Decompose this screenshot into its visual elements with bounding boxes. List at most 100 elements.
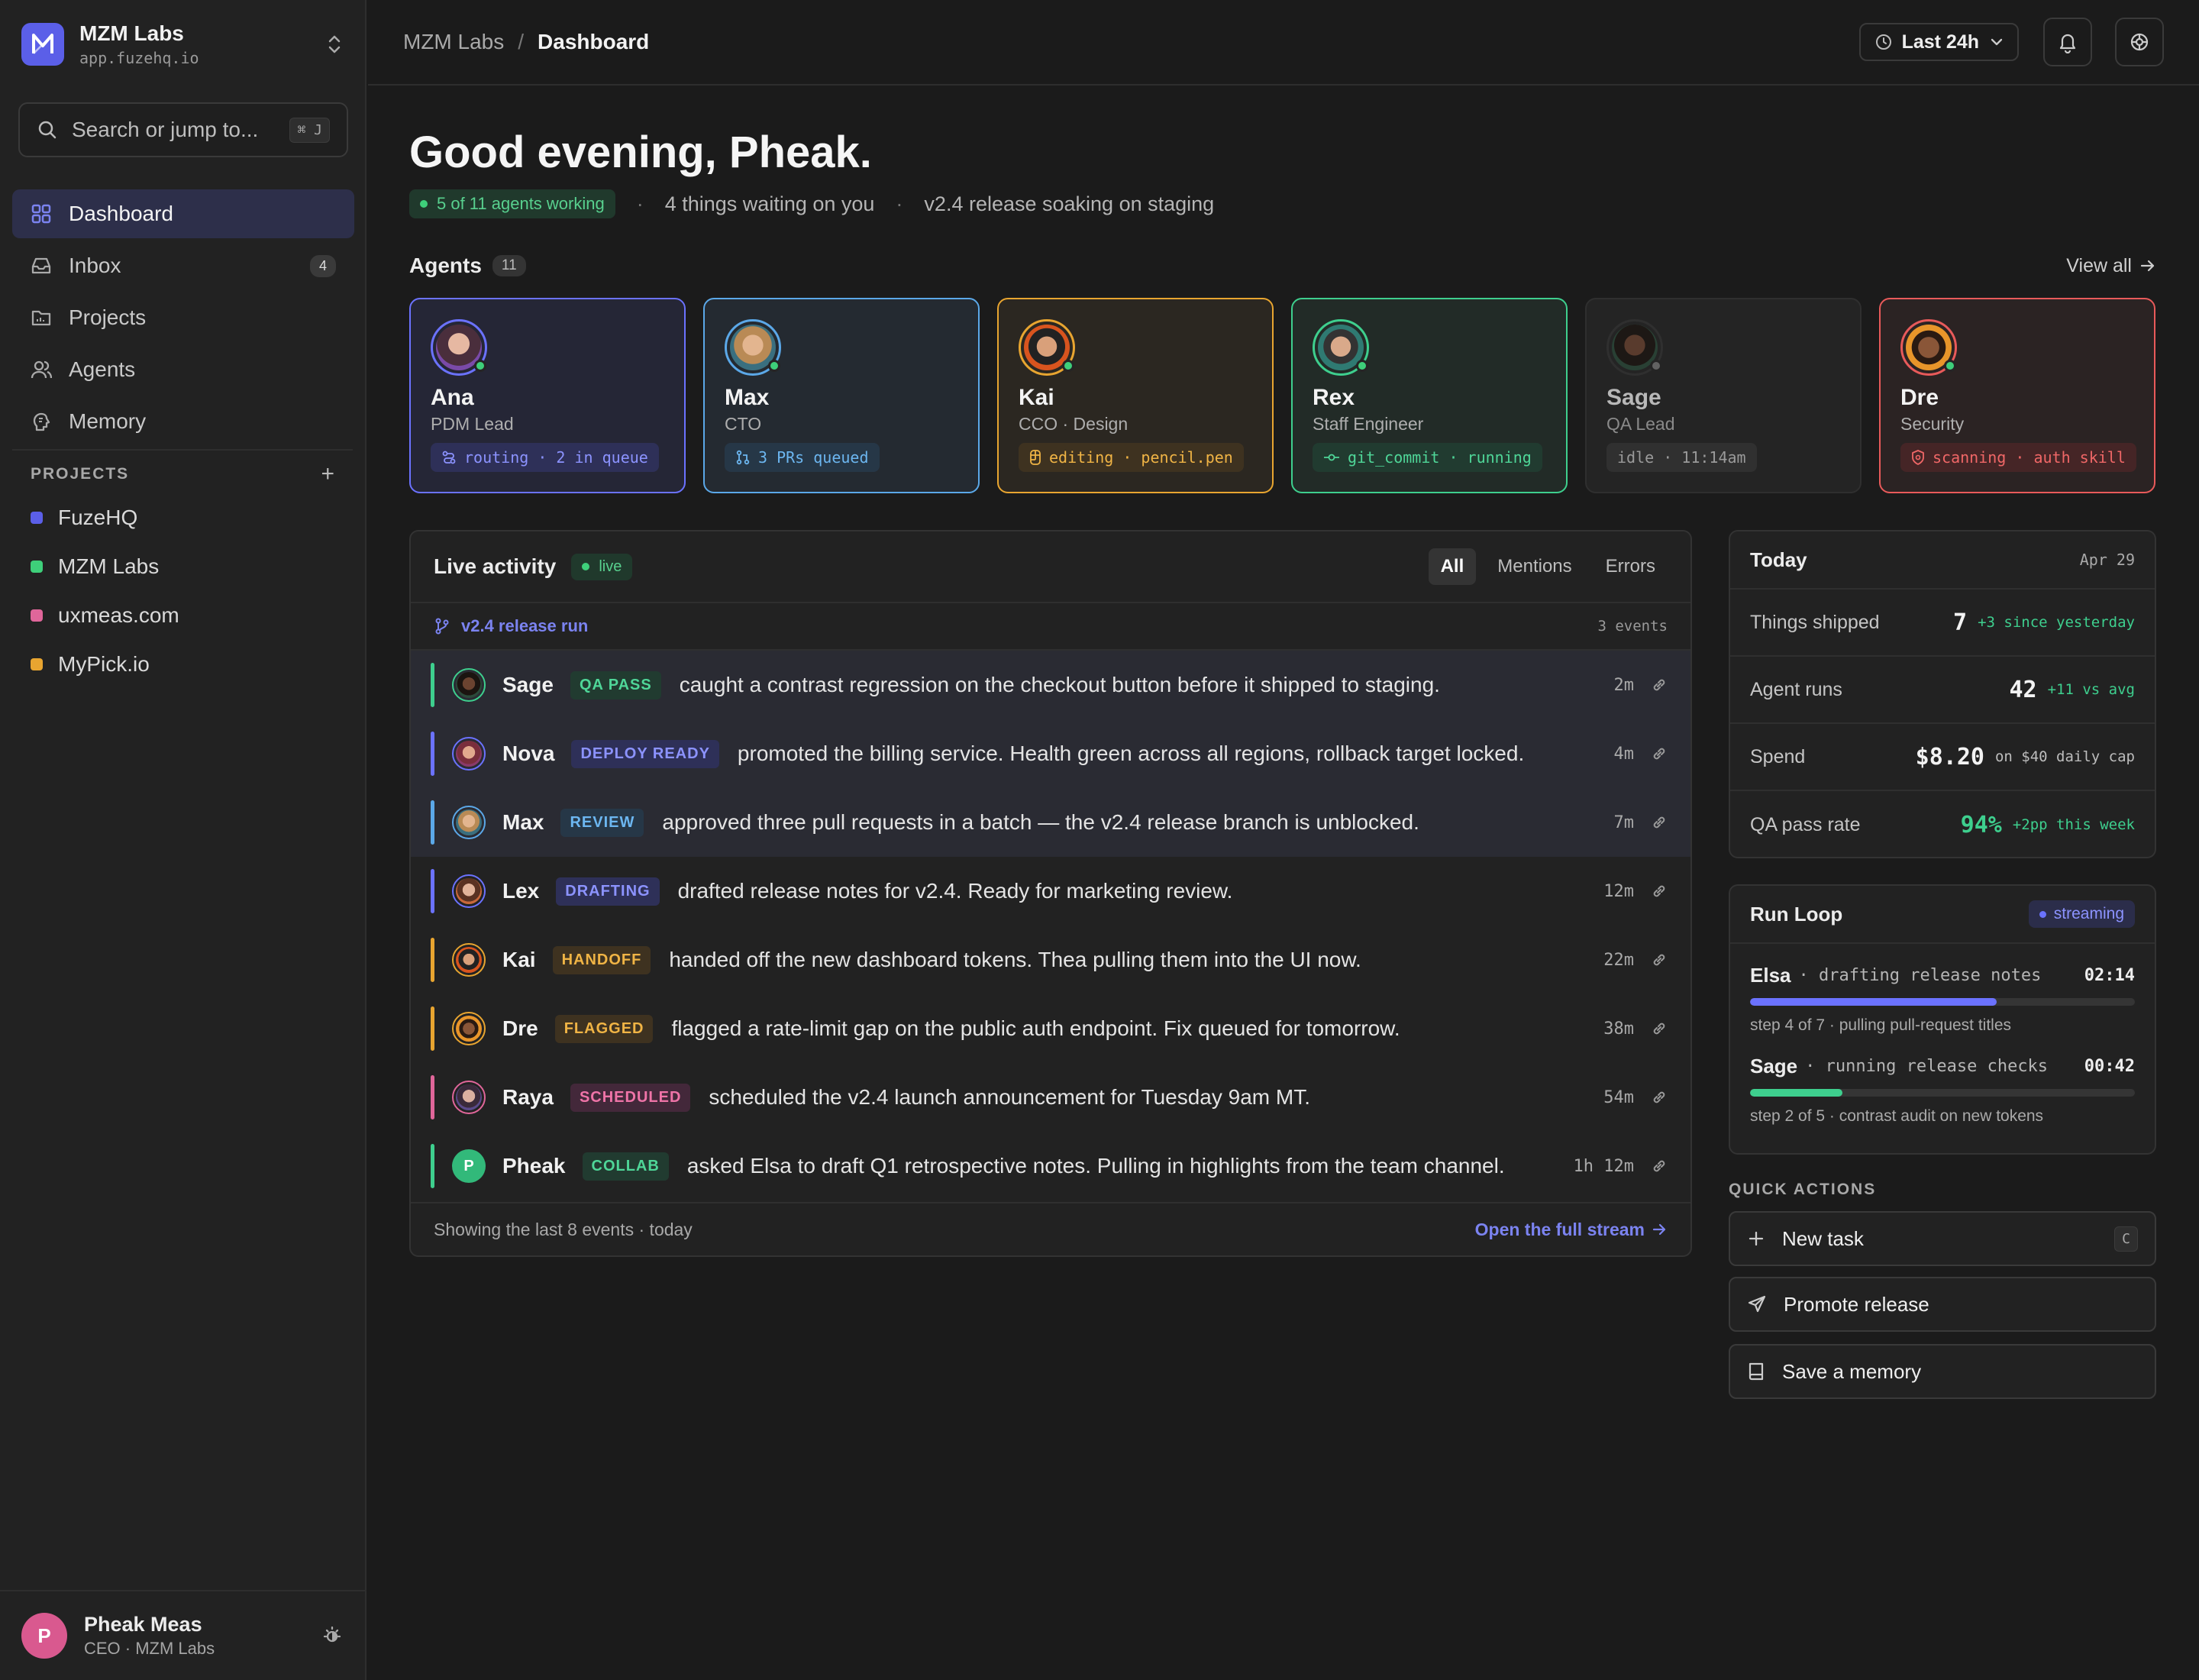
avatar — [1313, 319, 1369, 376]
activity-row[interactable]: Sage QA PASS caught a contrast regressio… — [411, 651, 1690, 719]
waiting-text[interactable]: 4 things waiting on you — [665, 192, 875, 216]
agents-working-badge[interactable]: 5 of 11 agents working — [409, 189, 615, 218]
agent-status-text: 3 PRs queued — [758, 448, 869, 467]
agent-card-sage[interactable]: Sage QA Lead idle · 11:14am — [1585, 298, 1862, 493]
chevron-up-down-icon[interactable] — [325, 33, 344, 56]
open-stream-label: Open the full stream — [1474, 1219, 1645, 1239]
avatar — [452, 1012, 486, 1045]
event-time: 22m — [1603, 950, 1634, 970]
workspace-switcher[interactable]: MZM Labs app.fuzehq.io — [21, 21, 344, 67]
link-icon[interactable] — [1651, 1020, 1668, 1037]
run-loop-panel: Run Loop streaming Elsa · drafting relea… — [1729, 884, 2156, 1155]
agent-status-tag: 3 PRs queued — [725, 443, 880, 472]
run-item[interactable]: Sage · running release checks 00:42 step… — [1730, 1055, 2155, 1126]
row-accent-bar — [431, 869, 434, 913]
event-text: approved three pull requests in a batch … — [662, 810, 1419, 834]
nav-item-inbox[interactable]: Inbox 4 — [12, 241, 354, 290]
add-project-icon[interactable]: + — [321, 461, 334, 487]
link-icon[interactable] — [1651, 677, 1668, 693]
project-label: MyPick.io — [58, 652, 150, 676]
avatar — [452, 874, 486, 908]
project-item-mzm-labs[interactable]: MZM Labs — [31, 542, 179, 591]
row-accent-bar — [431, 732, 434, 776]
event-group-header[interactable]: v2.4 release run 3 events — [411, 603, 1690, 651]
filter-errors[interactable]: Errors — [1594, 548, 1668, 585]
link-icon[interactable] — [1651, 1158, 1668, 1174]
agent-card-ana[interactable]: Ana PDM Lead routing · 2 in queue — [409, 298, 686, 493]
projects-title: PROJECTS — [31, 465, 130, 483]
open-stream-link[interactable]: Open the full stream — [1475, 1220, 1668, 1240]
activity-row[interactable]: Kai HANDOFF handed off the new dashboard… — [411, 926, 1690, 994]
agent-card-dre[interactable]: Dre Security scanning · auth skill — [1879, 298, 2155, 493]
send-icon — [1748, 1295, 1766, 1313]
action-label: Promote release — [1784, 1292, 1929, 1316]
save-memory-button[interactable]: Save a memory — [1729, 1344, 2156, 1399]
event-actor: Lex — [502, 879, 540, 903]
nav-item-memory[interactable]: Memory — [12, 397, 354, 446]
search-input[interactable]: Search or jump to... ⌘ J — [18, 102, 348, 157]
link-icon[interactable] — [1651, 745, 1668, 762]
new-task-button[interactable]: New task C — [1729, 1211, 2156, 1266]
nav-item-agents[interactable]: Agents — [12, 345, 354, 394]
agent-name: Ana — [431, 385, 474, 410]
stat-value: 7 — [1953, 609, 1968, 636]
project-list: FuzeHQ MZM Labs uxmeas.com MyPick.io — [31, 493, 179, 689]
grid-icon — [31, 204, 51, 224]
project-item-uxmeas[interactable]: uxmeas.com — [31, 591, 179, 640]
agent-name: Rex — [1313, 385, 1355, 410]
workspace-logo-icon — [21, 23, 64, 66]
user-profile[interactable]: P Pheak Meas CEO · MZM Labs — [0, 1590, 365, 1680]
agent-status-text: git_commit · running — [1348, 448, 1532, 467]
nav-item-projects[interactable]: Projects — [12, 293, 354, 342]
live-badge: live — [571, 553, 633, 580]
run-elapsed: 02:14 — [2084, 966, 2135, 985]
link-icon[interactable] — [1651, 951, 1668, 968]
project-item-mypick[interactable]: MyPick.io — [31, 640, 179, 689]
run-step: step 2 of 5 · contrast audit on new toke… — [1750, 1107, 2044, 1125]
live-label: live — [599, 557, 622, 575]
filter-all[interactable]: All — [1428, 548, 1477, 585]
link-icon[interactable] — [1651, 1089, 1668, 1106]
folder-icon — [31, 310, 51, 326]
settings-button[interactable] — [2115, 18, 2164, 66]
promote-release-button[interactable]: Promote release — [1729, 1277, 2156, 1332]
filter-mentions[interactable]: Mentions — [1485, 548, 1584, 585]
stat-note: +11 vs avg — [2047, 681, 2135, 698]
run-item[interactable]: Elsa · drafting release notes 02:14 step… — [1730, 964, 2155, 1035]
agent-role: PDM Lead — [431, 414, 514, 434]
run-elapsed: 00:42 — [2084, 1057, 2135, 1076]
agent-card-kai[interactable]: Kai CCO · Design editing · pencil.pen — [997, 298, 1274, 493]
notifications-button[interactable] — [2043, 18, 2092, 66]
event-text: flagged a rate-limit gap on the public a… — [671, 1016, 1400, 1040]
project-color-dot — [31, 658, 43, 670]
live-dot — [582, 563, 590, 570]
activity-row[interactable]: Max REVIEW approved three pull requests … — [411, 788, 1690, 857]
activity-row[interactable]: Lex DRAFTING drafted release notes for v… — [411, 857, 1690, 926]
shield-icon — [1912, 450, 1924, 465]
stat-note: on $40 daily cap — [1994, 748, 2135, 765]
activity-row[interactable]: Dre FLAGGED flagged a rate-limit gap on … — [411, 994, 1690, 1063]
avatar — [452, 737, 486, 771]
activity-row[interactable]: Nova DEPLOY READY promoted the billing s… — [411, 719, 1690, 788]
action-shortcut: C — [2114, 1226, 2138, 1252]
agent-name: Kai — [1019, 385, 1054, 410]
view-all-label: View all — [2066, 254, 2132, 276]
activity-row[interactable]: Raya SCHEDULED scheduled the v2.4 launch… — [411, 1063, 1690, 1132]
agent-role: Security — [1900, 414, 1965, 434]
activity-row[interactable]: P Pheak COLLAB asked Elsa to draft Q1 re… — [411, 1132, 1690, 1200]
inbox-count-badge: 4 — [309, 254, 336, 277]
time-range-select[interactable]: Last 24h — [1858, 23, 2019, 61]
offline-status-dot — [1650, 360, 1662, 372]
arrow-right-icon — [1652, 1223, 1666, 1236]
agent-card-rex[interactable]: Rex Staff Engineer git_commit · running — [1291, 298, 1568, 493]
link-icon[interactable] — [1651, 883, 1668, 900]
theme-toggle-icon[interactable] — [321, 1624, 344, 1647]
nav-item-dashboard[interactable]: Dashboard — [12, 189, 354, 238]
agent-card-max[interactable]: Max CTO 3 PRs queued — [703, 298, 980, 493]
project-item-fuzehq[interactable]: FuzeHQ — [31, 493, 179, 542]
breadcrumb-parent[interactable]: MZM Labs — [403, 30, 504, 54]
pull-request-icon — [736, 450, 750, 465]
link-icon[interactable] — [1651, 814, 1668, 831]
project-label: uxmeas.com — [58, 603, 179, 627]
view-all-link[interactable]: View all — [2066, 255, 2156, 277]
